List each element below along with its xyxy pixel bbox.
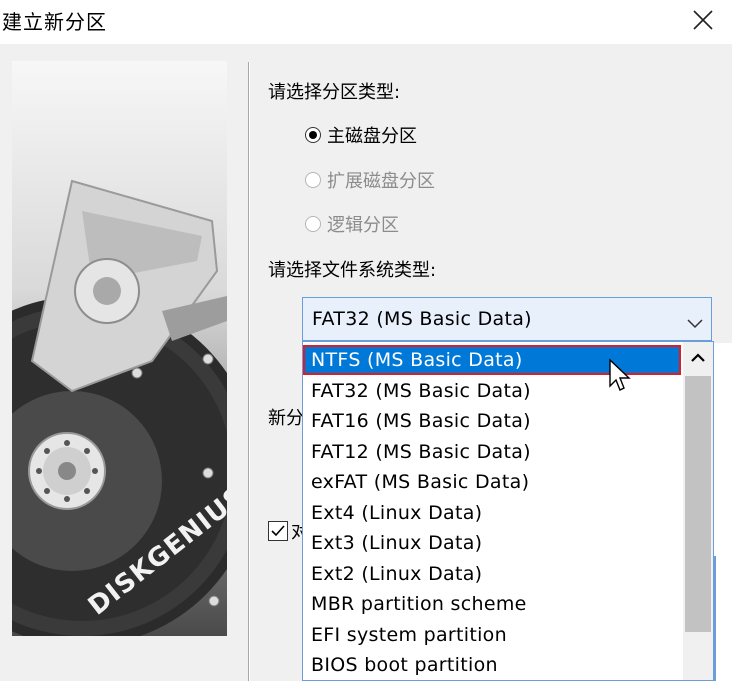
filesystem-option[interactable]: Ext4 (Linux Data) (303, 498, 681, 528)
filesystem-option[interactable]: MBR partition scheme (303, 589, 681, 619)
mouse-cursor-icon (608, 358, 634, 398)
filesystem-option[interactable]: FAT12 (MS Basic Data) (303, 437, 681, 467)
vertical-divider (248, 62, 249, 681)
hard-disk-illustration: DISKGENIUS (12, 179, 227, 636)
filesystem-select-value: FAT32 (MS Basic Data) (312, 308, 532, 330)
radio-label: 逻辑分区 (327, 215, 399, 236)
title-bar: 建立新分区 (0, 0, 732, 44)
filesystem-select[interactable]: FAT32 (MS Basic Data) (302, 297, 712, 341)
chevron-down-icon (687, 312, 703, 334)
checkmark-icon (271, 525, 285, 537)
filesystem-option[interactable]: FAT16 (MS Basic Data) (303, 406, 681, 436)
filesystem-dropdown-list[interactable]: NTFS (MS Basic Data) FAT32 (MS Basic Dat… (302, 341, 714, 681)
filesystem-option[interactable]: EFI system partition (303, 620, 681, 650)
chevron-up-icon (691, 353, 705, 362)
dropdown-scrollbar[interactable] (683, 342, 713, 680)
dialog-edge (714, 343, 732, 681)
underlying-control-edge (714, 556, 716, 681)
partition-type-label: 请选择分区类型: (268, 82, 401, 103)
filesystem-option[interactable]: Ext3 (Linux Data) (303, 528, 681, 558)
radio-indicator (305, 172, 321, 188)
filesystem-option[interactable]: exFAT (MS Basic Data) (303, 467, 681, 497)
diskgenius-banner-image: DISKGENIUS (12, 61, 227, 636)
option-checkbox[interactable] (268, 521, 288, 541)
radio-extended-partition[interactable]: 扩展磁盘分区 (305, 167, 435, 193)
close-button[interactable] (685, 4, 721, 36)
window-title: 建立新分区 (2, 10, 107, 34)
radio-label: 主磁盘分区 (327, 126, 417, 147)
scroll-thumb[interactable] (685, 376, 711, 632)
filesystem-option[interactable]: BIOS boot partition (303, 650, 681, 680)
radio-primary-partition[interactable]: 主磁盘分区 (305, 122, 417, 148)
radio-indicator (305, 127, 321, 143)
radio-label: 扩展磁盘分区 (327, 171, 435, 192)
radio-logical-partition[interactable]: 逻辑分区 (305, 211, 399, 237)
new-partition-size-label: 新分 (268, 408, 304, 429)
radio-indicator (305, 216, 321, 232)
filesystem-option[interactable]: Ext2 (Linux Data) (303, 559, 681, 589)
scroll-up-button[interactable] (683, 342, 713, 374)
close-icon (693, 10, 713, 30)
filesystem-type-label: 请选择文件系统类型: (268, 260, 437, 281)
